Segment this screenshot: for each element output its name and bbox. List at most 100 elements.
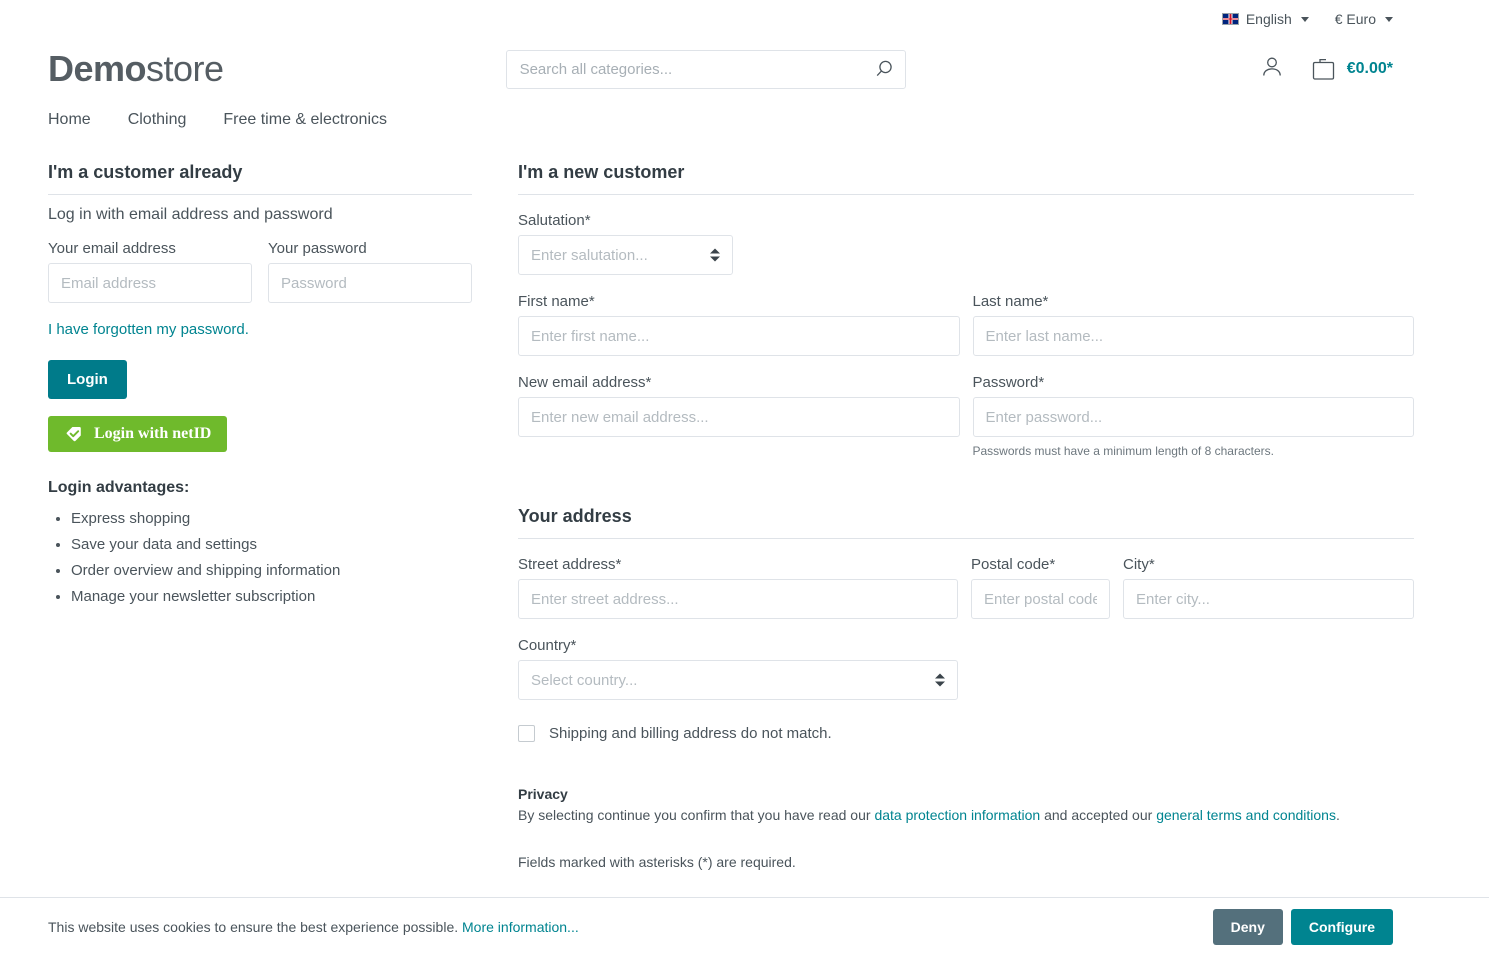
new-password-input[interactable] xyxy=(972,397,1414,437)
cookie-consent-bar: This website uses cookies to ensure the … xyxy=(0,897,1489,955)
search-input[interactable] xyxy=(505,49,906,89)
salutation-field-group: Salutation* Enter salutation... xyxy=(518,212,1414,275)
country-select-wrap: Select country... xyxy=(518,660,958,700)
uk-flag-icon xyxy=(1221,13,1239,25)
required-fields-note: Fields marked with asterisks (*) are req… xyxy=(518,854,796,870)
login-heading: I'm a customer already xyxy=(48,162,472,195)
nav-item-clothing[interactable]: Clothing xyxy=(128,111,187,129)
list-item: Save your data and settings xyxy=(71,532,472,558)
search-button[interactable] xyxy=(863,51,905,88)
chevron-down-icon xyxy=(1300,16,1309,22)
salutation-select-wrap: Enter salutation... xyxy=(518,235,733,275)
first-name-field-group: First name* xyxy=(518,293,960,356)
street-label: Street address* xyxy=(518,556,622,573)
address-fields-row: Street address* Postal code* City* xyxy=(518,556,1414,619)
data-protection-link[interactable]: data protection information xyxy=(874,807,1040,823)
login-fields-row: Your email address Your password xyxy=(48,240,472,303)
city-input[interactable] xyxy=(1123,579,1414,619)
cart-button[interactable]: €0.00* xyxy=(1311,56,1393,82)
last-name-input[interactable] xyxy=(972,316,1414,356)
salutation-select[interactable]: Enter salutation... xyxy=(518,235,733,275)
list-item: Express shopping xyxy=(71,506,472,532)
last-name-field-group: Last name* xyxy=(972,293,1414,356)
top-utility-bar: English € Euro xyxy=(0,0,1489,38)
privacy-text: By selecting continue you confirm that y… xyxy=(518,805,1414,826)
address-heading: Your address xyxy=(518,506,1414,539)
salutation-label: Salutation* xyxy=(518,212,591,229)
search-bar xyxy=(505,49,906,89)
login-buttons: Login Login with netID xyxy=(48,360,472,452)
nav-item-free-time-electronics[interactable]: Free time & electronics xyxy=(223,111,387,129)
site-logo[interactable]: Demostore xyxy=(48,51,224,87)
login-subtitle: Log in with email address and password xyxy=(48,206,333,223)
cookie-more-information-link[interactable]: More information... xyxy=(462,919,579,935)
cookie-text: This website uses cookies to ensure the … xyxy=(48,919,579,935)
main-navigation: Home Clothing Free time & electronics xyxy=(0,100,1489,140)
postal-code-label: Postal code* xyxy=(971,556,1056,573)
registration-heading: I'm a new customer xyxy=(518,162,1414,195)
logo-light-part: store xyxy=(146,48,224,89)
postal-code-field-group: Postal code* xyxy=(971,556,1110,619)
new-password-label: Password* xyxy=(972,374,1045,391)
login-email-field-group: Your email address xyxy=(48,240,252,303)
street-input[interactable] xyxy=(518,579,958,619)
street-field-group: Street address* xyxy=(518,556,958,619)
postal-code-input[interactable] xyxy=(971,579,1110,619)
login-password-input[interactable] xyxy=(268,263,472,303)
list-item: Manage your newsletter subscription xyxy=(71,584,472,610)
country-select[interactable]: Select country... xyxy=(518,660,958,700)
new-email-input[interactable] xyxy=(518,397,960,437)
login-password-field-group: Your password xyxy=(268,240,472,303)
login-email-input[interactable] xyxy=(48,263,252,303)
city-field-group: City* xyxy=(1123,556,1414,619)
account-button[interactable] xyxy=(1259,54,1285,85)
currency-selector[interactable]: € Euro xyxy=(1335,11,1393,27)
forgot-password-link[interactable]: I have forgotten my password. xyxy=(48,321,249,338)
privacy-text-middle: and accepted our xyxy=(1040,807,1157,823)
country-field-group: Country* Select country... xyxy=(518,637,1414,700)
netid-button-label: Login with netID xyxy=(94,425,212,442)
site-header: Demostore €0.00* xyxy=(0,38,1489,100)
different-shipping-label: Shipping and billing address do not matc… xyxy=(549,725,832,742)
logo-bold-part: Demo xyxy=(48,48,147,89)
list-item: Order overview and shipping information xyxy=(71,558,472,584)
login-with-netid-button[interactable]: Login with netID xyxy=(48,416,228,452)
first-name-label: First name* xyxy=(518,293,595,310)
password-help-text: Passwords must have a minimum length of … xyxy=(972,444,1274,458)
first-name-input[interactable] xyxy=(518,316,960,356)
page-content: I'm a customer already Log in with email… xyxy=(0,140,1489,870)
user-icon xyxy=(1262,57,1281,76)
terms-and-conditions-link[interactable]: general terms and conditions xyxy=(1156,807,1336,823)
new-password-field-group: Password* Passwords must have a minimum … xyxy=(972,374,1414,458)
login-column: I'm a customer already Log in with email… xyxy=(48,162,472,870)
nav-item-home[interactable]: Home xyxy=(48,111,91,129)
login-button[interactable]: Login xyxy=(48,360,127,399)
registration-column: I'm a new customer Salutation* Enter sal… xyxy=(518,162,1414,870)
last-name-label: Last name* xyxy=(972,293,1049,310)
chevron-down-icon xyxy=(1385,16,1393,22)
name-fields-row: First name* Last name* xyxy=(518,293,1414,356)
cookie-deny-button[interactable]: Deny xyxy=(1212,908,1283,945)
privacy-title: Privacy xyxy=(518,786,568,802)
login-advantages-title: Login advantages: xyxy=(48,479,190,496)
privacy-text-after: . xyxy=(1335,807,1340,823)
cookie-configure-button[interactable]: Configure xyxy=(1290,908,1393,945)
search-icon xyxy=(876,60,892,77)
shopping-bag-icon xyxy=(1312,58,1334,80)
language-label: English xyxy=(1245,11,1292,27)
different-shipping-checkbox[interactable] xyxy=(518,725,535,742)
credentials-fields-row: New email address* Password* Passwords m… xyxy=(518,374,1414,458)
login-advantages-list: Express shopping Save your data and sett… xyxy=(48,506,472,610)
currency-label: € Euro xyxy=(1334,11,1376,27)
cookie-actions: Deny Configure xyxy=(1212,908,1393,945)
different-shipping-address-row[interactable]: Shipping and billing address do not matc… xyxy=(518,725,1414,742)
language-selector[interactable]: English xyxy=(1221,11,1309,27)
privacy-text-before: By selecting continue you confirm that y… xyxy=(518,807,875,823)
cookie-message: This website uses cookies to ensure the … xyxy=(48,918,463,935)
country-label: Country* xyxy=(518,637,577,654)
cart-total: €0.00* xyxy=(1346,60,1393,77)
new-email-label: New email address* xyxy=(518,374,652,391)
header-actions: €0.00* xyxy=(1259,54,1393,85)
privacy-section: Privacy By selecting continue you confir… xyxy=(518,786,1414,870)
new-email-field-group: New email address* xyxy=(518,374,960,458)
